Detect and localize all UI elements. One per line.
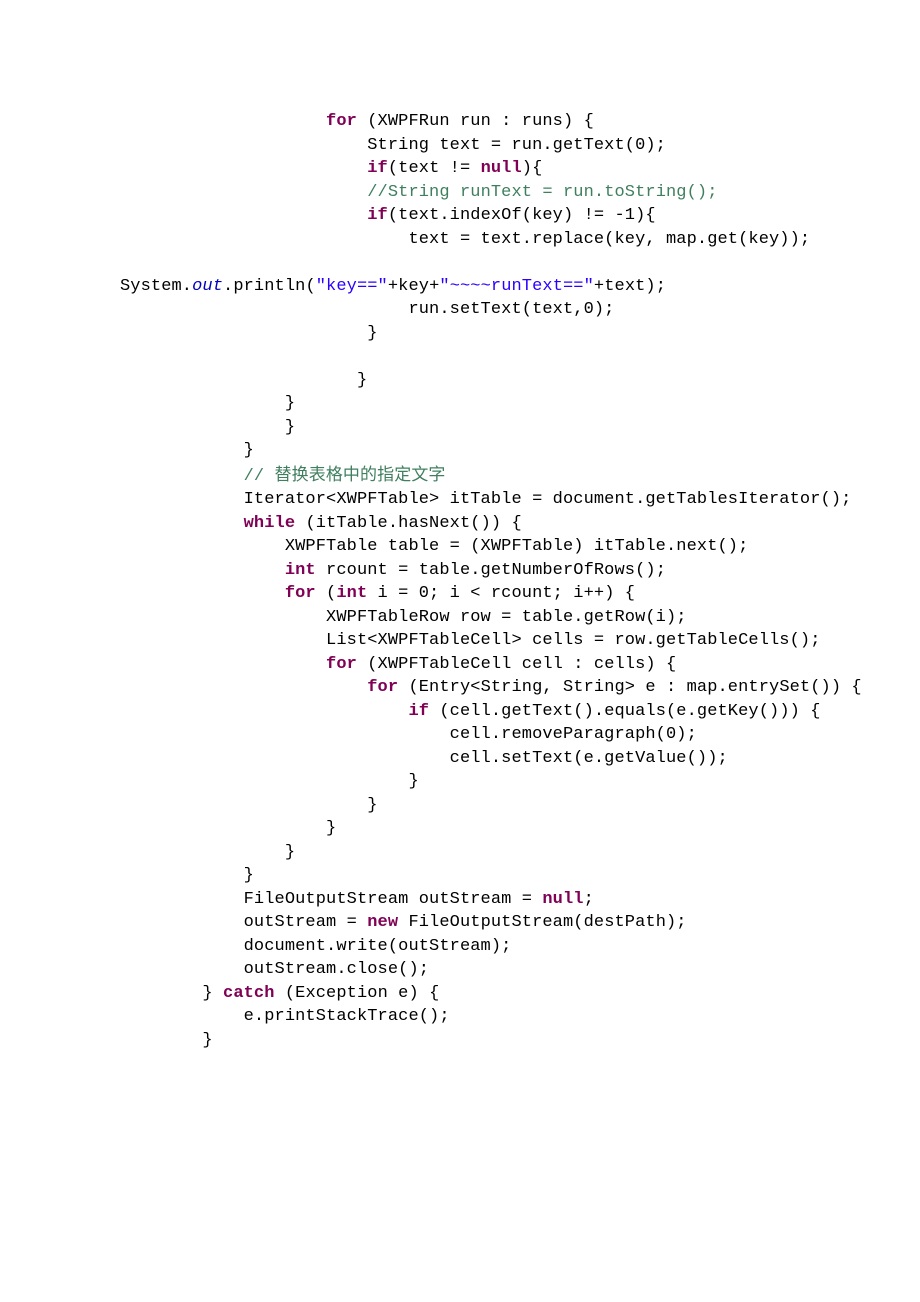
keyword-new: new <box>367 913 398 932</box>
code-text: System. <box>120 277 192 296</box>
static-field-out: out <box>192 277 223 296</box>
code-text: +key+ <box>388 277 440 296</box>
code-text: FileOutputStream outStream = <box>120 890 542 909</box>
code-text <box>120 183 367 202</box>
code-text: ; <box>584 890 594 909</box>
comment: // <box>244 467 275 486</box>
code-text: (itTable.hasNext()) { <box>295 514 522 533</box>
code-text: (text != <box>388 159 481 178</box>
code-line: text = text.replace(key, map.get(key)); <box>120 230 810 249</box>
keyword-while: while <box>244 514 296 533</box>
code-line: e.printStackTrace(); <box>120 1007 450 1026</box>
code-text: +text); <box>594 277 666 296</box>
code-text <box>120 702 408 721</box>
code-text <box>120 467 244 486</box>
code-line: } <box>120 441 254 460</box>
string-literal: "~~~~runText==" <box>439 277 594 296</box>
code-line: outStream.close(); <box>120 960 429 979</box>
code-text <box>120 584 285 603</box>
keyword-null: null <box>542 890 583 909</box>
code-line: String text = run.getText(0); <box>120 136 666 155</box>
code-line: } <box>120 796 378 815</box>
code-line: } <box>120 371 367 390</box>
code-line: } <box>120 866 254 885</box>
code-text <box>120 206 367 225</box>
code-line: XWPFTable table = (XWPFTable) itTable.ne… <box>120 537 748 556</box>
keyword-for: for <box>326 655 357 674</box>
code-text: (XWPFRun run : runs) { <box>357 112 594 131</box>
keyword-if: if <box>367 159 388 178</box>
code-text <box>120 561 285 580</box>
code-text <box>120 678 367 697</box>
code-text: rcount = table.getNumberOfRows(); <box>316 561 666 580</box>
code-text: (text.indexOf(key) != -1){ <box>388 206 656 225</box>
keyword-for: for <box>326 112 357 131</box>
keyword-for: for <box>367 678 398 697</box>
keyword-int: int <box>336 584 367 603</box>
code-line: cell.removeParagraph(0); <box>120 725 697 744</box>
code-line: } <box>120 819 336 838</box>
code-line: } <box>120 418 295 437</box>
code-text <box>120 655 326 674</box>
comment-cjk: 替换表格中的指定文字 <box>275 465 446 484</box>
code-text: (Exception e) { <box>275 984 440 1003</box>
code-line: List<XWPFTableCell> cells = row.getTable… <box>120 631 821 650</box>
code-text: } <box>120 984 223 1003</box>
code-line: document.write(outStream); <box>120 937 511 956</box>
code-line: } <box>120 772 419 791</box>
keyword-int: int <box>285 561 316 580</box>
code-text: ){ <box>522 159 543 178</box>
code-text: ( <box>316 584 337 603</box>
code-text: .println( <box>223 277 316 296</box>
string-literal: "key==" <box>316 277 388 296</box>
code-line: cell.setText(e.getValue()); <box>120 749 728 768</box>
code-line: run.setText(text,0); <box>120 300 614 319</box>
code-line: Iterator<XWPFTable> itTable = document.g… <box>120 490 851 509</box>
code-line: } <box>120 1031 213 1050</box>
code-text <box>120 514 244 533</box>
code-text: (XWPFTableCell cell : cells) { <box>357 655 676 674</box>
keyword-catch: catch <box>223 984 275 1003</box>
keyword-if: if <box>367 206 388 225</box>
code-text: (Entry<String, String> e : map.entrySet(… <box>398 678 862 697</box>
keyword-null: null <box>481 159 522 178</box>
comment: //String runText = run.toString(); <box>367 183 717 202</box>
code-line: } <box>120 843 295 862</box>
code-line: XWPFTableRow row = table.getRow(i); <box>120 608 687 627</box>
code-text <box>120 159 367 178</box>
code-text: outStream = <box>120 913 367 932</box>
code-line <box>120 112 326 131</box>
code-line: } <box>120 394 295 413</box>
keyword-for: for <box>285 584 316 603</box>
code-line: } <box>120 324 378 343</box>
code-text: i = 0; i < rcount; i++) { <box>367 584 635 603</box>
code-block: for (XWPFRun run : runs) { String text =… <box>0 0 920 1232</box>
keyword-if: if <box>408 702 429 721</box>
code-text: FileOutputStream(destPath); <box>398 913 686 932</box>
code-text: (cell.getText().equals(e.getKey())) { <box>429 702 820 721</box>
